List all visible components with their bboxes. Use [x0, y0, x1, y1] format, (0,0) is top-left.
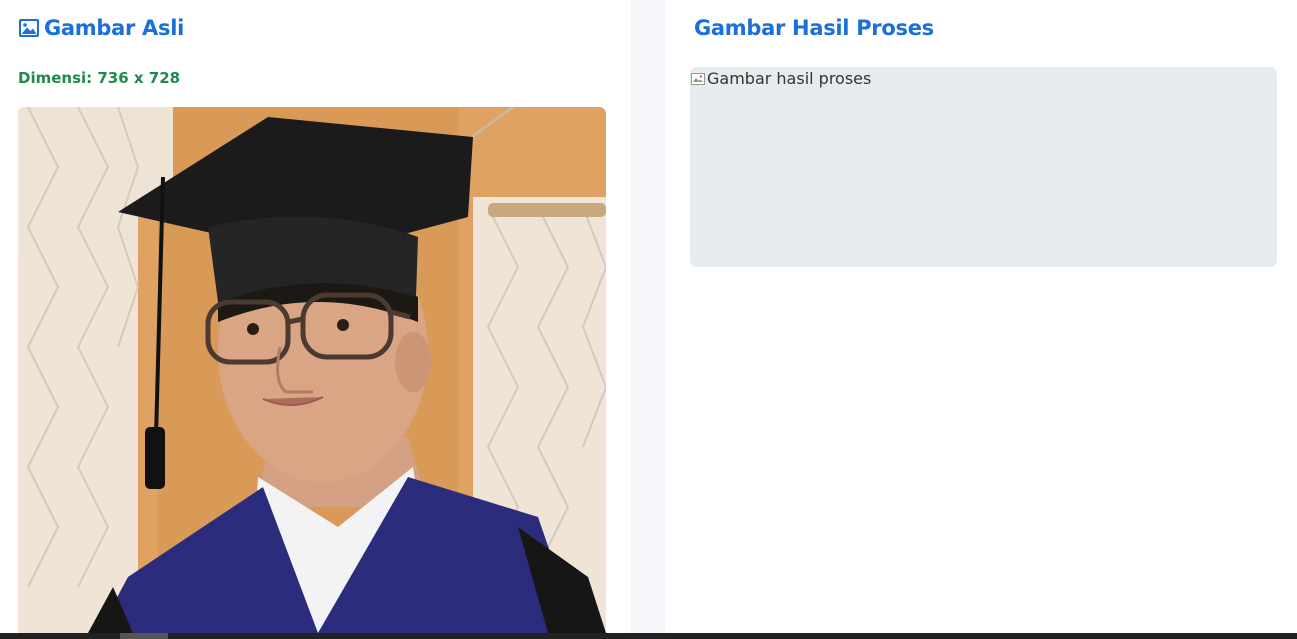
image-dimension-label: Dimensi: 736 x 728 — [18, 69, 181, 87]
broken-image-alt-text: Gambar hasil proses — [707, 69, 872, 88]
result-image-panel: Gambar Hasil Proses Gambar hasil proses — [665, 0, 1297, 633]
image-icon — [19, 19, 39, 37]
result-image-placeholder: Gambar hasil proses — [690, 67, 1277, 267]
result-image-title: Gambar Hasil Proses — [694, 16, 934, 40]
original-image-title: Gambar Asli — [18, 13, 184, 43]
graduation-portrait-image — [18, 107, 606, 633]
original-image-panel: Gambar Asli Dimensi: 736 x 728 — [0, 0, 631, 633]
original-photo — [18, 107, 606, 633]
original-image-title-text: Gambar Asli — [44, 16, 185, 40]
horizontal-scrollbar[interactable] — [0, 633, 1297, 639]
page: Gambar Asli Dimensi: 736 x 728 Gambar Ha… — [0, 0, 1297, 639]
scrollbar-thumb[interactable] — [120, 633, 168, 639]
broken-image-icon — [691, 73, 705, 85]
broken-result-image: Gambar hasil proses — [690, 69, 871, 89]
